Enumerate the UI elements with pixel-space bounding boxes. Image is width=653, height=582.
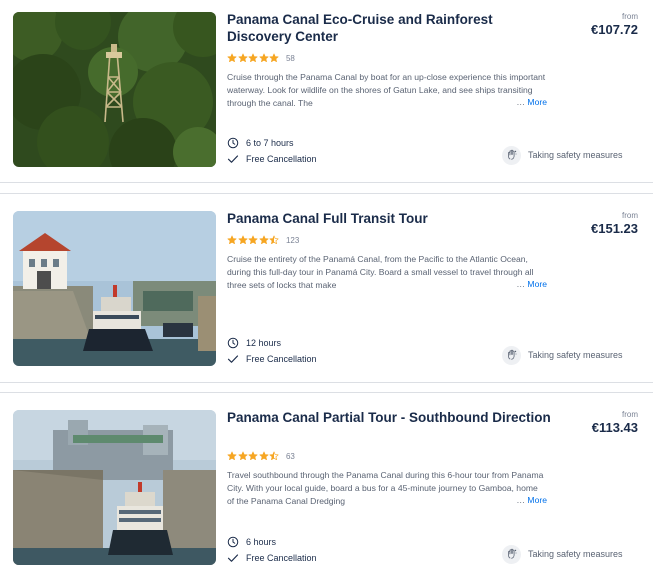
listing-title[interactable]: Panama Canal Full Transit Tour [227, 210, 557, 227]
listing-card[interactable]: Panama Canal Eco-Cruise and Rainforest D… [0, 12, 653, 187]
review-count: 123 [285, 235, 300, 245]
cancellation-label: Free Cancellation [246, 354, 317, 364]
safety-label: Taking safety measures [528, 150, 623, 160]
duration-label: 6 hours [246, 537, 277, 547]
rainforest-tower-image [13, 12, 216, 167]
listing-description: Cruise through the Panama Canal by boat … [227, 71, 547, 110]
listing-description: Cruise the entirety of the Panamá Canal,… [227, 253, 547, 292]
star-icon [248, 53, 258, 63]
star-icon [227, 451, 237, 461]
safety-measures[interactable]: Taking safety measures [502, 345, 623, 365]
rating: 123 [227, 234, 299, 246]
safety-measures[interactable]: Taking safety measures [502, 544, 623, 564]
safety-measures[interactable]: Taking safety measures [502, 145, 623, 165]
cancellation-label: Free Cancellation [246, 553, 317, 563]
star-icon [269, 53, 279, 63]
star-icon [259, 53, 269, 63]
heart-icon[interactable] [205, 217, 216, 366]
clock-icon [227, 137, 239, 149]
canal-lock-boat-image [13, 211, 216, 366]
divider [0, 182, 653, 183]
price-from-label: from [622, 12, 638, 21]
cancellation-label: Free Cancellation [246, 154, 317, 164]
more-link[interactable]: More [513, 96, 547, 109]
star-rating [227, 451, 280, 461]
star-icon [269, 235, 279, 245]
star-icon [227, 235, 237, 245]
more-link[interactable]: More [513, 494, 547, 507]
review-count: 58 [285, 53, 295, 63]
listing-image[interactable] [13, 211, 216, 366]
cancellation: Free Cancellation [227, 152, 317, 166]
star-icon [238, 451, 248, 461]
star-rating [227, 235, 280, 245]
heart-icon[interactable] [205, 18, 216, 167]
duration: 12 hours [227, 336, 281, 350]
listing-card[interactable]: Panama Canal Partial Tour - Southbound D… [0, 410, 653, 582]
description-text: Cruise through the Panama Canal by boat … [227, 72, 546, 108]
rating: 63 [227, 450, 295, 462]
listing-title[interactable]: Panama Canal Partial Tour - Southbound D… [227, 409, 557, 426]
cancellation: Free Cancellation [227, 352, 317, 366]
star-rating [227, 53, 280, 63]
cancellation: Free Cancellation [227, 551, 317, 565]
clock-icon [227, 536, 239, 548]
price: €113.43 [591, 420, 638, 435]
safety-label: Taking safety measures [528, 350, 623, 360]
divider [0, 382, 653, 383]
listing-description: Travel southbound through the Panama Can… [227, 469, 547, 508]
more-link[interactable]: More [513, 278, 547, 291]
price: €151.23 [591, 221, 638, 236]
listing-title[interactable]: Panama Canal Eco-Cruise and Rainforest D… [227, 11, 557, 45]
listing-card[interactable]: Panama Canal Full Transit Tour 123 Cruis… [0, 211, 653, 386]
heart-icon[interactable] [205, 416, 216, 565]
check-icon [227, 554, 239, 562]
star-icon [248, 235, 258, 245]
divider [0, 392, 653, 393]
price-from-label: from [622, 410, 638, 419]
description-text: Travel southbound through the Panama Can… [227, 470, 544, 506]
duration-label: 6 to 7 hours [246, 138, 294, 148]
check-icon [227, 155, 239, 163]
duration: 6 hours [227, 535, 276, 549]
hand-wash-icon [502, 345, 521, 365]
safety-label: Taking safety measures [528, 549, 623, 559]
star-icon [259, 235, 269, 245]
duration: 6 to 7 hours [227, 136, 294, 150]
star-icon [238, 53, 248, 63]
star-icon [227, 53, 237, 63]
star-icon [238, 235, 248, 245]
price-from-label: from [622, 211, 638, 220]
star-icon [269, 451, 279, 461]
listing-image[interactable] [13, 410, 216, 565]
star-icon [259, 451, 269, 461]
description-text: Cruise the entirety of the Panamá Canal,… [227, 254, 534, 290]
hand-wash-icon [502, 145, 521, 165]
divider [0, 193, 653, 194]
hand-wash-icon [502, 544, 521, 564]
price: €107.72 [591, 22, 638, 37]
star-icon [248, 451, 258, 461]
canal-tour-boat-image [13, 410, 216, 565]
listing-image[interactable] [13, 12, 216, 167]
check-icon [227, 355, 239, 363]
rating: 58 [227, 52, 295, 64]
review-count: 63 [285, 451, 295, 461]
clock-icon [227, 337, 239, 349]
duration-label: 12 hours [246, 338, 282, 348]
